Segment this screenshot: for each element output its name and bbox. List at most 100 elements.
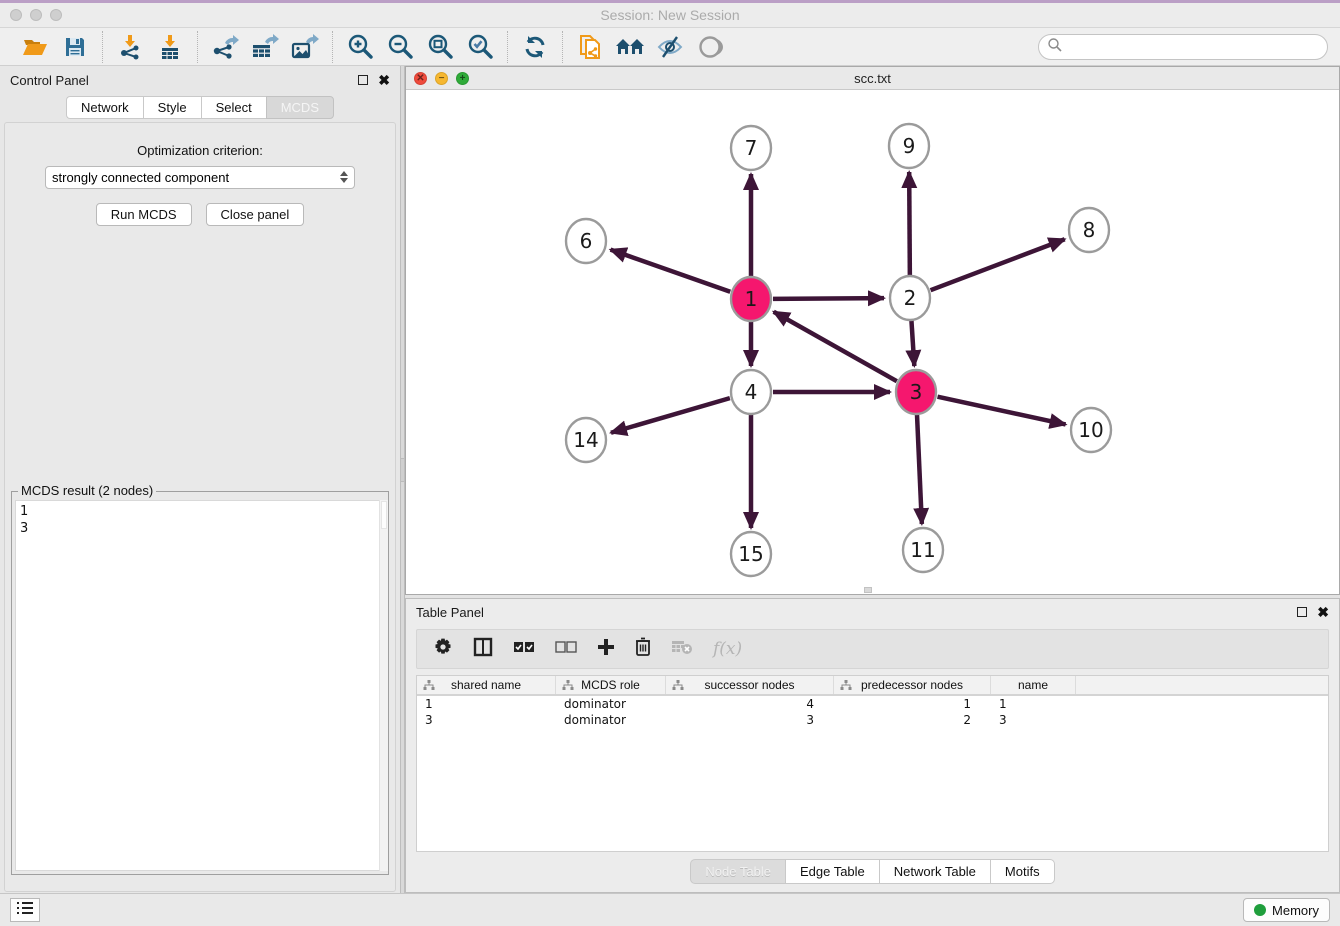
column-header-MCDS-role[interactable]: MCDS role bbox=[556, 676, 666, 694]
tab-node-table[interactable]: Node Table bbox=[690, 859, 785, 884]
tab-edge-table[interactable]: Edge Table bbox=[785, 859, 879, 884]
clone-network-button[interactable] bbox=[573, 32, 607, 62]
delete-column-button[interactable] bbox=[635, 637, 651, 661]
columns-icon bbox=[473, 637, 493, 662]
edge-2-8[interactable] bbox=[931, 239, 1065, 290]
zoom-out-button[interactable] bbox=[383, 32, 417, 62]
refresh-button[interactable] bbox=[518, 32, 552, 62]
node-7[interactable]: 7 bbox=[731, 126, 771, 170]
memory-button[interactable]: Memory bbox=[1243, 898, 1330, 922]
column-header-successor-nodes[interactable]: successor nodes bbox=[666, 676, 834, 694]
edge-2-3[interactable] bbox=[911, 320, 914, 366]
node-8[interactable]: 8 bbox=[1069, 208, 1109, 252]
tab-motifs[interactable]: Motifs bbox=[990, 859, 1055, 884]
criterion-dropdown[interactable]: strongly connected component bbox=[45, 166, 355, 189]
delete-table-button[interactable] bbox=[671, 639, 693, 660]
run-mcds-button[interactable]: Run MCDS bbox=[96, 203, 192, 226]
export-table-button[interactable] bbox=[248, 32, 282, 62]
import-table-icon bbox=[157, 34, 183, 60]
table-settings-button[interactable] bbox=[433, 637, 453, 662]
tab-select[interactable]: Select bbox=[201, 96, 266, 119]
svg-text:1: 1 bbox=[745, 287, 758, 311]
import-table-button[interactable] bbox=[153, 32, 187, 62]
table-cell: 4 bbox=[666, 696, 834, 712]
deselect-all-icon bbox=[555, 640, 577, 659]
home-button[interactable] bbox=[613, 32, 647, 62]
network-canvas[interactable]: 7 9 6 8 1 2 4 3 14 10 15 11 bbox=[406, 90, 1339, 594]
edge-3-11[interactable] bbox=[917, 414, 922, 524]
table-cell: 1 bbox=[991, 696, 1076, 712]
zoom-in-button[interactable] bbox=[343, 32, 377, 62]
deselect-all-button[interactable] bbox=[555, 640, 577, 659]
edge-1-6[interactable] bbox=[611, 250, 731, 292]
float-panel-icon[interactable] bbox=[358, 75, 368, 85]
tab-network[interactable]: Network bbox=[66, 96, 143, 119]
select-all-button[interactable] bbox=[513, 640, 535, 659]
column-header-name[interactable]: name bbox=[991, 676, 1076, 694]
node-15[interactable]: 15 bbox=[731, 532, 771, 576]
result-scrollbar[interactable] bbox=[379, 500, 388, 871]
edge-1-2[interactable] bbox=[773, 298, 884, 299]
table-row[interactable]: 3dominator323 bbox=[417, 712, 1328, 728]
close-table-panel-icon[interactable]: ✖ bbox=[1317, 607, 1329, 617]
table-cell: 3 bbox=[666, 712, 834, 728]
zoom-in-icon bbox=[347, 34, 373, 60]
zoom-selected-button[interactable] bbox=[463, 32, 497, 62]
node-table[interactable]: shared nameMCDS rolesuccessor nodesprede… bbox=[416, 675, 1329, 852]
node-9[interactable]: 9 bbox=[889, 124, 929, 168]
table-tabs: Node Table Edge Table Network Table Moti… bbox=[406, 859, 1339, 884]
svg-text:14: 14 bbox=[573, 428, 598, 452]
column-header-shared-name[interactable]: shared name bbox=[417, 676, 556, 694]
control-panel-tabs: Network Style Select MCDS bbox=[0, 96, 400, 119]
edge-4-14[interactable] bbox=[611, 398, 730, 433]
svg-text:11: 11 bbox=[910, 538, 935, 562]
close-panel-button[interactable]: Close panel bbox=[206, 203, 305, 226]
export-image-button[interactable] bbox=[288, 32, 322, 62]
mcds-result-list[interactable]: 13 bbox=[15, 500, 385, 871]
delete-table-icon bbox=[671, 639, 693, 660]
search-box[interactable] bbox=[1038, 34, 1328, 60]
search-input[interactable] bbox=[1063, 40, 1327, 55]
table-row[interactable]: 1dominator411 bbox=[417, 696, 1328, 712]
edge-3-10[interactable] bbox=[937, 397, 1065, 425]
column-view-button[interactable] bbox=[473, 637, 493, 662]
open-session-button[interactable] bbox=[18, 32, 52, 62]
edge-2-9[interactable] bbox=[909, 172, 910, 276]
network-resize-handle[interactable] bbox=[864, 587, 872, 593]
export-network-button[interactable] bbox=[208, 32, 242, 62]
node-4[interactable]: 4 bbox=[731, 370, 771, 414]
task-history-button[interactable] bbox=[10, 898, 40, 922]
svg-text:8: 8 bbox=[1083, 218, 1096, 242]
result-line: 3 bbox=[20, 520, 380, 537]
add-column-button[interactable] bbox=[597, 638, 615, 661]
save-session-button[interactable] bbox=[58, 32, 92, 62]
edge-3-1[interactable] bbox=[774, 312, 897, 381]
function-builder-button[interactable]: f(x) bbox=[713, 639, 742, 659]
tab-network-table[interactable]: Network Table bbox=[879, 859, 990, 884]
fx-icon: f(x) bbox=[713, 639, 742, 659]
eye-icon bbox=[696, 35, 724, 59]
table-header-row[interactable]: shared nameMCDS rolesuccessor nodesprede… bbox=[417, 676, 1328, 696]
network-close-button[interactable]: ✕ bbox=[414, 72, 427, 85]
tab-style[interactable]: Style bbox=[143, 96, 201, 119]
node-3[interactable]: 3 bbox=[896, 370, 936, 414]
network-maximize-button[interactable]: + bbox=[456, 72, 469, 85]
network-window-titlebar[interactable]: ✕ − + scc.txt bbox=[406, 67, 1339, 90]
column-header-predecessor-nodes[interactable]: predecessor nodes bbox=[834, 676, 991, 694]
node-2[interactable]: 2 bbox=[890, 276, 930, 320]
zoom-fit-button[interactable] bbox=[423, 32, 457, 62]
node-14[interactable]: 14 bbox=[566, 418, 606, 462]
node-6[interactable]: 6 bbox=[566, 219, 606, 263]
show-graphics-details-button[interactable] bbox=[693, 32, 727, 62]
node-10[interactable]: 10 bbox=[1071, 408, 1111, 452]
svg-text:7: 7 bbox=[745, 136, 758, 160]
tab-mcds[interactable]: MCDS bbox=[266, 96, 334, 119]
node-1[interactable]: 1 bbox=[731, 277, 771, 321]
hide-graphics-details-button[interactable] bbox=[653, 32, 687, 62]
network-minimize-button[interactable]: − bbox=[435, 72, 448, 85]
float-table-panel-icon[interactable] bbox=[1297, 607, 1307, 617]
import-network-button[interactable] bbox=[113, 32, 147, 62]
memory-status-icon bbox=[1254, 904, 1266, 916]
close-panel-icon[interactable]: ✖ bbox=[378, 75, 390, 85]
node-11[interactable]: 11 bbox=[903, 528, 943, 572]
